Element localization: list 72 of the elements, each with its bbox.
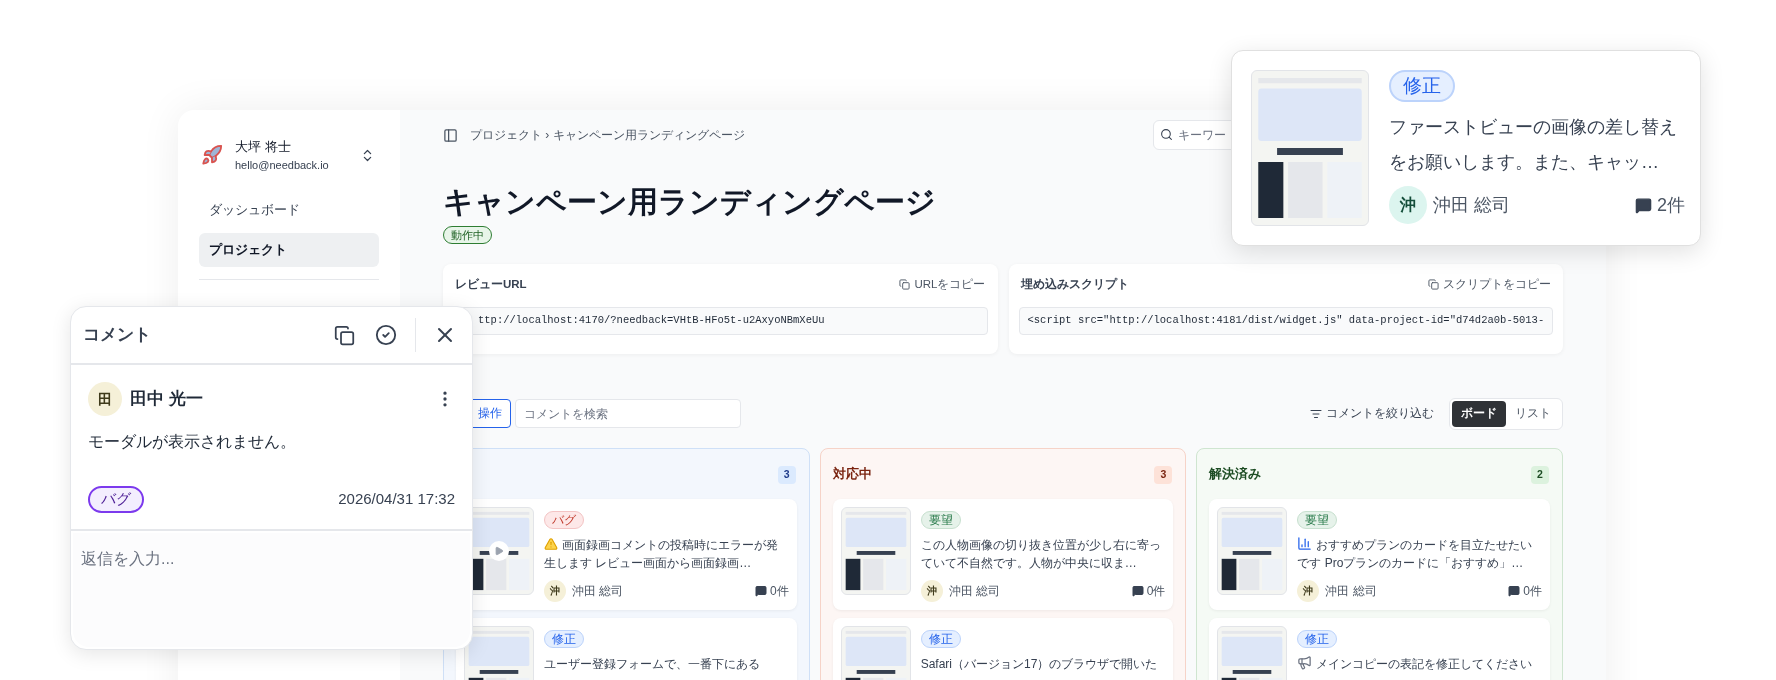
comment-icon	[1635, 196, 1652, 214]
comment-text: この人物画像の切り抜き位置が少し右に寄っていて不自然です。人物が中央に収ま…	[920, 536, 1162, 572]
comment-dialog[interactable]: コメント 田 田中 光一 モーダルが表示されません。 バグ 2026/04/31 17:32 返信を入力...	[70, 306, 473, 650]
copy-button[interactable]: URLをコピー	[899, 275, 986, 293]
page-title: キャンペーン用ランディングページ	[443, 184, 936, 220]
rocket-icon	[201, 144, 223, 166]
sidebar-item[interactable]: ダッシュボード	[199, 193, 379, 227]
comment-text: メインコピーの表記を修正してください	[1297, 654, 1542, 673]
check-circle-icon[interactable]	[375, 324, 397, 346]
count-badge: 2	[1531, 465, 1549, 484]
comment-count: 0件	[1146, 582, 1166, 600]
comment-icon	[1508, 584, 1521, 597]
tag: 修正	[920, 630, 961, 649]
author-name: 沖田 総司	[948, 582, 1000, 600]
tag: 要望	[920, 511, 961, 530]
author-name: 沖田 総司	[1433, 193, 1510, 217]
comment-card[interactable]: 修正 ユーザー登録フォームで、一番下にある	[456, 617, 797, 680]
comment-count: 2件	[1657, 193, 1685, 217]
sidebar-item[interactable]: プロジェクト	[199, 233, 379, 267]
sidebar-toggle-icon[interactable]	[443, 127, 458, 143]
copy-icon[interactable]	[334, 324, 355, 346]
avatar: 沖	[920, 579, 943, 602]
copy-button[interactable]: スクリプトをコピー	[1428, 275, 1551, 293]
column-title: 対応中	[832, 465, 872, 484]
comment-count: 0件	[1523, 582, 1542, 600]
user-name: 大坪 将士	[235, 138, 292, 156]
comment-text: ファーストビューの画像の差し替えをお願いします。また、キャッ…	[1389, 116, 1678, 174]
comment-preview-tooltip[interactable]: 修正 ファーストビューの画像の差し替えをお願いします。また、キャッ… 沖 沖田 総司 2件	[1231, 50, 1701, 246]
filter-icon	[1310, 407, 1322, 420]
view-tab[interactable]: ボード	[1452, 400, 1506, 427]
comment-icon	[1131, 584, 1144, 597]
count-badge: 3	[1154, 465, 1173, 484]
tag: 要望	[1297, 511, 1338, 530]
tag: 修正	[1297, 630, 1338, 649]
comment-card[interactable]: 要望 この人物画像の切り抜き位置が少し右に寄っていて不自然です。人物が中央に収ま… 沖 沖田 総司 0件	[832, 498, 1174, 610]
code-field[interactable]: <script src="http://localhost:4181/dist/widget.js" data-project-id="d74d2a0b-5013-	[1018, 307, 1553, 335]
tag: バグ	[544, 511, 584, 530]
comment-card[interactable]: 修正 Safari（バージョン17）のブラウザで開いた	[832, 617, 1174, 680]
count-badge: 3	[777, 465, 796, 484]
comment-date: 2026/04/31 17:32	[338, 489, 455, 510]
avatar: 沖	[1389, 186, 1427, 224]
tag: バグ	[88, 486, 144, 513]
copy-icon	[1428, 278, 1439, 290]
comment-text: ユーザー登録フォームで、一番下にある	[544, 655, 761, 673]
author-name: 沖田 総司	[572, 582, 624, 600]
comment-search-field[interactable]: コメントを検索	[515, 399, 741, 429]
avatar: 沖	[544, 579, 566, 602]
avatar: 沖	[1297, 579, 1320, 602]
search-icon	[1160, 128, 1173, 141]
comment-body: モーダルが表示されません。	[88, 432, 297, 452]
comment-text: Safari（バージョン17）のブラウザで開いた	[920, 655, 1159, 673]
status-badge: 動作中	[443, 226, 492, 244]
comment-count: 0件	[769, 582, 789, 600]
breadcrumb: プロジェクト › キャンペーン用ランディングページ	[470, 127, 745, 144]
dialog-title: コメント	[83, 324, 152, 347]
comment-text: 画面録画コメントの投稿時にエラーが発生します レビュー画面から画面録画…	[544, 535, 779, 572]
filter-button[interactable]: コメントを絞り込む	[1310, 405, 1434, 423]
comment-icon	[754, 584, 767, 597]
card-label: レビューURL	[455, 276, 527, 292]
tag: 修正	[544, 630, 584, 649]
copy-icon	[899, 278, 911, 290]
author-name: 沖田 総司	[1325, 582, 1377, 600]
comment-card[interactable]: 修正 メインコピーの表記を修正してください	[1209, 617, 1550, 680]
comment-card[interactable]: 要望 おすすめプランのカードを目立たせたいです Proプランのカードに「おすすめ」… 沖 沖田 総司 0件	[1209, 498, 1550, 610]
user-email: hello@needback.io	[235, 157, 330, 173]
tag: 修正	[1389, 70, 1455, 102]
column-title: 解決済み	[1209, 466, 1262, 484]
card-label: 埋め込みスクリプト	[1020, 276, 1129, 292]
avatar: 田	[88, 382, 122, 416]
author-name: 田中 光一	[130, 388, 204, 411]
comment-text: おすすめプランのカードを目立たせたいです Proプランのカードに「おすすめ」…	[1297, 535, 1534, 572]
view-tab[interactable]: リスト	[1506, 400, 1560, 427]
